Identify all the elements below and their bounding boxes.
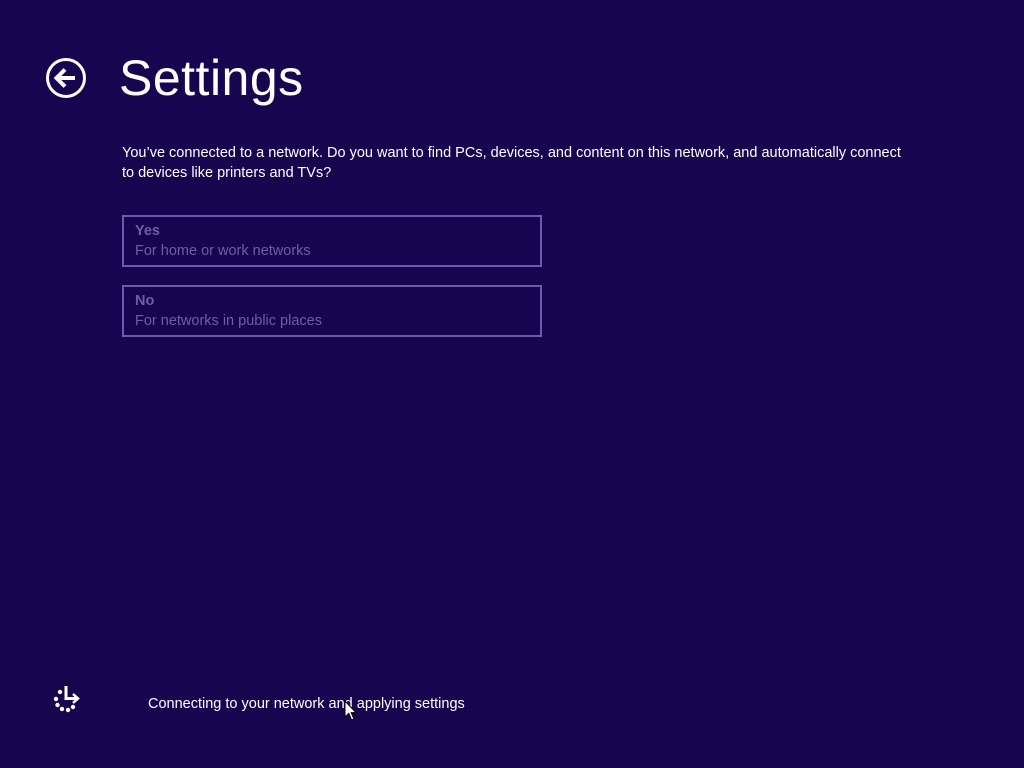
- option-yes-button[interactable]: Yes For home or work networks: [122, 215, 542, 267]
- option-no-button[interactable]: No For networks in public places: [122, 285, 542, 337]
- progress-spinner-icon: [53, 686, 80, 713]
- page-title: Settings: [119, 50, 304, 106]
- back-button[interactable]: [45, 57, 87, 99]
- option-no-title: No: [135, 293, 155, 309]
- mouse-cursor-icon: [344, 700, 357, 721]
- back-arrow-circle-icon: [46, 58, 86, 98]
- option-yes-description: For home or work networks: [135, 243, 311, 259]
- option-no-description: For networks in public places: [135, 313, 322, 329]
- network-sharing-prompt: You’ve connected to a network. Do you wa…: [122, 145, 901, 181]
- status-text: Connecting to your network and applying …: [148, 696, 465, 712]
- option-yes-title: Yes: [135, 223, 160, 239]
